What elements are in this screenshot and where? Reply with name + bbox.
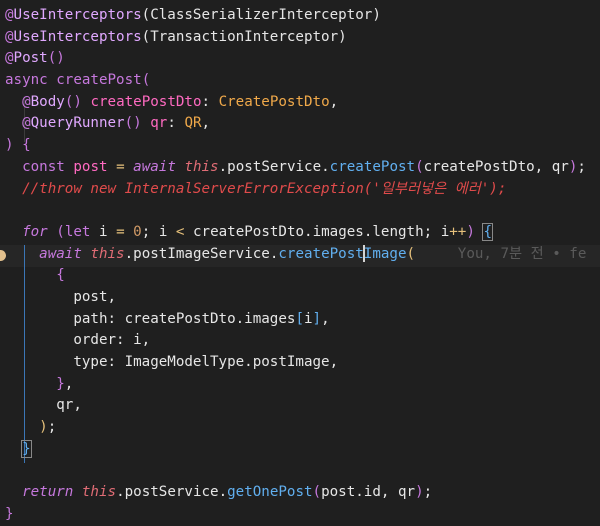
code-line-24[interactable]: } xyxy=(0,504,600,526)
code-line-11[interactable]: for (let i = 0; i < createPostDto.images… xyxy=(0,222,600,244)
code-line-17[interactable]: type: ImageModelType.postImage, xyxy=(0,352,600,374)
code-line-23[interactable]: return this.postService.getOnePost(post.… xyxy=(0,482,600,504)
code-line-15[interactable]: path: createPostDto.images[i], xyxy=(0,309,600,331)
git-blame-annotation[interactable]: You, 7분 전 • fe xyxy=(458,246,587,262)
code-line-8[interactable]: const post = await this.postService.crea… xyxy=(0,157,600,179)
code-line-2[interactable]: @UseInterceptors(TransactionInterceptor) xyxy=(0,27,600,49)
code-line-3[interactable]: @Post() xyxy=(0,48,600,70)
code-line-4[interactable]: async createPost( xyxy=(0,70,600,92)
code-line-14[interactable]: post, xyxy=(0,287,600,309)
code-line-20[interactable]: ); xyxy=(0,417,600,439)
code-line-12[interactable]: await this.postImageService.createPostIm… xyxy=(0,244,600,266)
code-line-18[interactable]: }, xyxy=(0,374,600,396)
code-line-6[interactable]: @QueryRunner() qr: QR, xyxy=(0,113,600,135)
code-line-13[interactable]: { xyxy=(0,265,600,287)
code-line-5[interactable]: @Body() createPostDto: CreatePostDto, xyxy=(0,92,600,114)
code-line-22[interactable] xyxy=(0,460,600,482)
code-line-10[interactable] xyxy=(0,200,600,222)
code-line-7[interactable]: ) { xyxy=(0,135,600,157)
code-line-21[interactable]: } xyxy=(0,439,600,461)
code-line-1[interactable]: @UseInterceptors(ClassSerializerIntercep… xyxy=(0,5,600,27)
code-line-9[interactable]: //throw new InternalServerErrorException… xyxy=(0,179,600,201)
code-line-16[interactable]: order: i, xyxy=(0,330,600,352)
code-line-19[interactable]: qr, xyxy=(0,395,600,417)
code-editor[interactable]: @UseInterceptors(ClassSerializerIntercep… xyxy=(0,5,600,524)
